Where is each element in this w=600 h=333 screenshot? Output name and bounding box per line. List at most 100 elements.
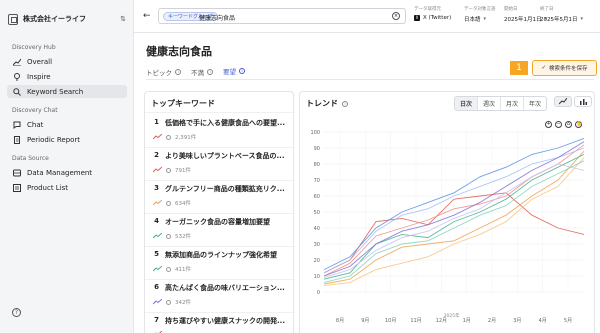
page-title: 健康志向食品	[146, 45, 212, 58]
x-tick-label: 2月	[488, 318, 496, 324]
tab-label: トピック	[146, 68, 172, 77]
keyword-row[interactable]: 5 無添加商品のラインナップ強化希望 411件	[153, 250, 291, 273]
y-tick-label: 80	[314, 162, 320, 168]
keyword-row[interactable]: 1 低価格で手に入る健康食品への要望... 2,391件	[153, 118, 291, 141]
info-icon: i	[239, 68, 245, 74]
keyword-count: 634件	[175, 201, 191, 207]
section-title: Discovery Chat	[12, 107, 58, 114]
org-switcher[interactable]: 株式会社イーライフ ⇅	[8, 9, 126, 29]
y-tick-label: 0	[317, 290, 320, 296]
sidebar-item-label: Inspire	[27, 72, 51, 81]
divider	[145, 180, 295, 181]
y-tick-label: 20	[314, 258, 320, 264]
zoom-in-icon[interactable]: +	[545, 121, 552, 128]
series-line	[323, 150, 585, 285]
section-title: Discovery Hub	[12, 44, 56, 51]
panel-title: トレンド i	[306, 98, 348, 109]
range-yearly[interactable]: 年次	[524, 97, 546, 110]
keyword-rank: 7	[154, 316, 159, 324]
tab-topic[interactable]: トピック i	[146, 66, 181, 80]
trend-chart[interactable]: 01020304050607080901008月 9月 10月 11月 12月 1月202…	[300, 128, 596, 333]
keyword-rank: 6	[154, 283, 159, 291]
back-arrow-icon[interactable]: ←	[143, 11, 151, 21]
y-tick-label: 10	[314, 274, 320, 280]
divider	[145, 147, 295, 148]
sidebar-item-data-management[interactable]: Data Management	[7, 166, 127, 179]
sidebar-item-product-list[interactable]: Product List	[7, 181, 127, 194]
check-icon: ✓	[541, 65, 547, 71]
panel-title: トップキーワード	[151, 99, 215, 108]
source-filter[interactable]: データ取得元 XX (Twitter)	[414, 6, 451, 21]
filter-value: 日本語	[464, 17, 481, 23]
keyword-title: 4 オーガニック食品の容量増加要望	[153, 217, 291, 227]
line-chart-toggle[interactable]	[554, 96, 572, 107]
sidebar-item-overall[interactable]: Overall	[7, 55, 127, 68]
chevron-down-icon: ▾	[580, 16, 584, 22]
search-input[interactable]: キーワードグループ 健康志向食品 ×	[158, 8, 406, 24]
keyword-row[interactable]: 3 グルテンフリー商品の種類拡充リク... 634件	[153, 184, 291, 207]
zoom-out-icon[interactable]: −	[555, 121, 562, 128]
tab-bar: トピック i 不満 i 要望 i	[146, 66, 245, 80]
series-line	[323, 163, 585, 279]
chat-icon	[13, 121, 21, 129]
tab-label: 要望	[223, 68, 236, 76]
search-icon	[13, 87, 21, 96]
sidebar: 株式会社イーライフ ⇅ Discovery Hub Overall Inspir…	[0, 0, 134, 333]
chart-line-icon	[13, 58, 21, 66]
filter-label: データ対象言語	[464, 7, 496, 12]
keyword-row[interactable]: 2 より美味しいプラントベース食品の... 791件	[153, 151, 291, 174]
org-name: 株式会社イーライフ	[23, 15, 86, 23]
line-chart-icon	[559, 98, 567, 105]
keyword-meta: 791件	[153, 166, 291, 174]
keyword-text: 持ち運びやすい健康スナックの開発...	[165, 317, 285, 325]
clear-icon[interactable]: ×	[392, 12, 400, 20]
keyword-row[interactable]: 4 オーガニック食品の容量増加要望 532件	[153, 217, 291, 240]
filter-value: 2025年1月1日	[504, 17, 542, 23]
sidebar-item-label: Product List	[27, 183, 69, 192]
sidebar-item-keyword-search[interactable]: Keyword Search	[7, 85, 127, 98]
keyword-meta: 634件	[153, 199, 291, 207]
filter-label: データ取得元	[414, 7, 441, 12]
reset-zoom-icon[interactable]: ⌂	[565, 121, 572, 128]
filter-label: 終了日	[540, 7, 554, 12]
x-tick-label: 3月	[513, 318, 521, 324]
keyword-count: 342件	[175, 300, 191, 306]
database-icon	[13, 169, 21, 176]
range-weekly[interactable]: 週次	[478, 97, 502, 110]
series-line	[323, 147, 585, 274]
mention-icon	[166, 266, 171, 272]
tab-label: 不満	[191, 68, 204, 77]
sidebar-item-label: Overall	[27, 57, 53, 66]
tab-complaints[interactable]: 不満 i	[191, 66, 213, 80]
tab-divider	[146, 79, 594, 80]
range-daily[interactable]: 日次	[455, 97, 479, 110]
keyword-rank: 4	[154, 217, 159, 225]
tab-requests[interactable]: 要望 i	[223, 66, 245, 80]
pan-hand-icon[interactable]: ✋	[575, 121, 582, 128]
keyword-row[interactable]: 7 持ち運びやすい健康スナックの開発...	[153, 316, 291, 333]
divider	[145, 279, 295, 280]
document-icon	[14, 135, 20, 144]
divider	[145, 213, 295, 214]
bar-chart-toggle[interactable]	[574, 96, 592, 107]
bar-chart-icon	[580, 99, 587, 105]
keyword-title: 1 低価格で手に入る健康食品への要望...	[153, 118, 291, 128]
y-tick-label: 50	[314, 210, 320, 216]
save-search-button[interactable]: ✓ 検索条件を保存	[532, 60, 597, 76]
chart-tools: + − ⌂ ✋	[545, 121, 582, 128]
help-icon[interactable]: ?	[12, 308, 21, 317]
end-date-filter[interactable]: 終了日 2025年5月1日 ▾	[540, 6, 583, 23]
filter-value: X (Twitter)	[423, 15, 452, 21]
sidebar-item-chat[interactable]: Chat	[7, 118, 127, 131]
keyword-text: グルテンフリー商品の種類拡充リク...	[165, 185, 285, 193]
language-filter[interactable]: データ対象言語 日本語 ▾	[464, 6, 496, 23]
x-tick-label: 5月	[564, 318, 572, 324]
keyword-row[interactable]: 6 高たんぱく食品の味バリエーション... 342件	[153, 283, 291, 306]
sidebar-item-inspire[interactable]: Inspire	[7, 70, 127, 83]
keyword-title: 7 持ち運びやすい健康スナックの開発...	[153, 316, 291, 326]
trend-up-icon	[153, 167, 162, 173]
sidebar-item-periodic-report[interactable]: Periodic Report	[7, 133, 127, 146]
x-axis-annotation: 2025年	[444, 312, 460, 319]
range-monthly[interactable]: 月次	[501, 97, 525, 110]
keyword-text: 低価格で手に入る健康食品への要望...	[165, 119, 285, 127]
